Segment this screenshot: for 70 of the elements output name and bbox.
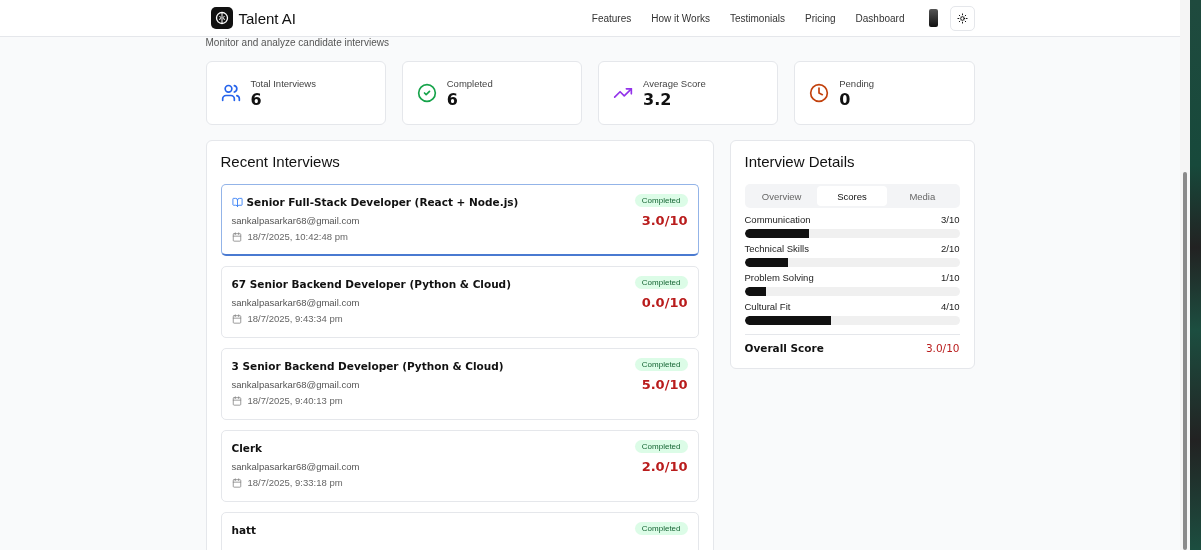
nav-link[interactable]: Pricing bbox=[805, 12, 836, 24]
interview-score: 3.0/10 bbox=[641, 213, 688, 228]
interview-title: Senior Full-Stack Developer (React + Node.js) bbox=[246, 196, 519, 208]
scrollbar[interactable] bbox=[1180, 0, 1190, 550]
nav-link[interactable]: How it Works bbox=[651, 12, 710, 24]
sun-icon bbox=[956, 12, 968, 24]
candidate-email: sankalpasarkar68@gmail.com bbox=[231, 379, 361, 390]
interview-score: 2.0/10 bbox=[641, 459, 688, 474]
brand-name: Talent AI bbox=[238, 9, 297, 27]
stat-label: Completed bbox=[446, 77, 493, 89]
nav-link[interactable]: Dashboard bbox=[855, 12, 905, 24]
stat-value: 0 bbox=[839, 89, 852, 109]
score-reading: 3/10 bbox=[941, 214, 960, 225]
overall-score-value: 3.0/10 bbox=[925, 342, 960, 354]
interview-score: 0.0/10 bbox=[641, 295, 688, 310]
interview-date: 18/7/2025, 9:43:34 pm bbox=[247, 313, 343, 324]
candidate-email: sankalpasarkar68@gmail.com bbox=[231, 297, 361, 308]
stat-label: Pending bbox=[839, 77, 875, 89]
calendar-icon bbox=[231, 231, 242, 242]
score-label: Technical Skills bbox=[744, 243, 809, 254]
interview-title: hatt bbox=[231, 524, 257, 536]
interview-date: 18/7/2025, 9:40:13 pm bbox=[247, 395, 343, 406]
calendar-icon bbox=[231, 313, 242, 324]
calendar-icon bbox=[231, 395, 242, 406]
interview-title: 3 Senior Backend Developer (Python & Cloud) bbox=[231, 360, 504, 372]
score-label: Problem Solving bbox=[744, 272, 814, 283]
candidate-email: sankalpasarkar68@gmail.com bbox=[231, 461, 360, 472]
nav-link[interactable]: Testimonials bbox=[729, 12, 785, 24]
status-badge: Completed bbox=[634, 194, 688, 207]
status-badge: Completed bbox=[634, 522, 688, 535]
scrollbar-thumb[interactable] bbox=[1183, 172, 1187, 550]
page-subtitle: Monitor and analyze candidate interviews bbox=[205, 37, 390, 50]
overall-score-label: Overall Score bbox=[744, 342, 824, 354]
users-icon bbox=[220, 83, 241, 103]
panel-title: Recent Interviews bbox=[220, 153, 341, 170]
interview-card[interactable]: 3 Senior Backend Developer (Python & Cloud) sankalpasarkar68@gmail.com 18/7/2025, 9:40:13 pm Completed 5.0/10 bbox=[220, 348, 699, 420]
stat-value: 3.2 bbox=[643, 89, 673, 109]
interview-card[interactable]: Clerk sankalpasarkar68@gmail.com 18/7/2025, 9:33:18 pm Completed 2.0/10 bbox=[220, 430, 699, 502]
score-reading: 1/10 bbox=[941, 272, 960, 283]
tab[interactable]: Media bbox=[887, 186, 958, 206]
check-circle-icon bbox=[416, 83, 437, 103]
tab[interactable]: Overview bbox=[746, 186, 817, 206]
stat-value: 6 bbox=[250, 89, 263, 109]
score-label: Cultural Fit bbox=[744, 301, 791, 312]
stat-label: Average Score bbox=[643, 77, 706, 89]
calendar-icon bbox=[231, 477, 242, 488]
score-reading: 4/10 bbox=[941, 301, 960, 312]
interview-card[interactable]: Senior Full-Stack Developer (React + Node.js) sankalpasarkar68@gmail.com 18/7/2025, 10:42:48 pm Completed 3.0/10 bbox=[220, 184, 699, 256]
score-reading: 2/10 bbox=[941, 243, 960, 254]
candidate-email: sankalpasarkar68@gmail.com bbox=[231, 215, 361, 226]
status-badge: Completed bbox=[634, 358, 688, 371]
stat-label: Total Interviews bbox=[250, 77, 316, 89]
interview-title: 67 Senior Backend Developer (Python & Cloud) bbox=[231, 278, 511, 290]
panel-title: Interview Details bbox=[744, 153, 856, 170]
interview-score: 5.0/10 bbox=[641, 377, 688, 392]
status-badge: Completed bbox=[634, 440, 688, 453]
score-label: Communication bbox=[744, 214, 811, 225]
interview-title: Clerk bbox=[231, 442, 263, 454]
tab[interactable]: Scores bbox=[816, 186, 888, 206]
clock-icon bbox=[809, 83, 830, 103]
status-badge: Completed bbox=[634, 276, 688, 289]
interview-date: 18/7/2025, 10:42:48 pm bbox=[247, 231, 348, 242]
phone-icon bbox=[928, 9, 938, 27]
interview-card[interactable]: 67 Senior Backend Developer (Python & Cloud) sankalpasarkar68@gmail.com 18/7/2025, 9:43:34 pm Completed 0.0/10 bbox=[220, 266, 699, 338]
nav-link[interactable]: Features bbox=[591, 12, 632, 24]
stat-value: 6 bbox=[446, 89, 459, 109]
brain-logo-icon bbox=[210, 7, 233, 29]
theme-toggle-button[interactable] bbox=[949, 5, 975, 31]
interview-card[interactable]: hatt Completed bbox=[220, 512, 699, 550]
interview-date: 18/7/2025, 9:33:18 pm bbox=[247, 477, 343, 488]
